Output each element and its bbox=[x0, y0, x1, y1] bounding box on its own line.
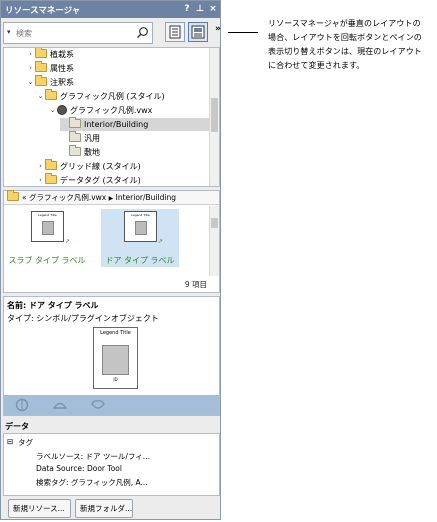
resource-tile-label: ドア タイプ ラベル bbox=[105, 256, 175, 265]
tree-item[interactable]: › 植栽系 bbox=[26, 48, 74, 61]
data-row: Data Source: Door Tool bbox=[36, 464, 122, 473]
resource-browser: « グラフィック凡例.vwx ▶ Interior/Building Legen… bbox=[3, 190, 220, 293]
tree-item-label: グラフィック凡例 (スタイル) bbox=[60, 92, 165, 101]
expand-arrow-icon[interactable]: › bbox=[26, 48, 35, 61]
breadcrumb-back-button[interactable]: « bbox=[22, 193, 27, 202]
resource-thumbnail: Legend Title bbox=[124, 211, 157, 242]
tree-item[interactable]: ⌄ グラフィック凡例 (スタイル) bbox=[36, 89, 165, 103]
resource-preview: Legend Title ID bbox=[93, 327, 138, 389]
collapse-arrow-icon[interactable]: ⌄ bbox=[48, 104, 57, 117]
scrollbar-thumb[interactable] bbox=[211, 218, 218, 228]
close-button[interactable]: × bbox=[207, 3, 219, 15]
plugin-mark-icon: ↗ bbox=[158, 238, 164, 245]
resource-tile-selected[interactable]: Legend Title ↗ ドア タイプ ラベル bbox=[101, 209, 179, 267]
folder-icon bbox=[35, 75, 47, 86]
data-pane-title: データ bbox=[5, 422, 29, 431]
tree-item-label: Interior/Building bbox=[84, 120, 149, 129]
toggle-panes-button[interactable] bbox=[188, 22, 208, 42]
callout-leader-line bbox=[228, 32, 258, 33]
tree-item[interactable]: › データタグ (スタイル) bbox=[36, 173, 141, 186]
folder-icon bbox=[45, 89, 57, 100]
search-scope-dropdown[interactable]: ▾ bbox=[7, 28, 11, 36]
data-row: ラベルソース: ドア ツール/フィ... bbox=[36, 452, 150, 461]
overflow-button[interactable]: » bbox=[215, 24, 221, 34]
tree-item-selected[interactable]: Interior/Building bbox=[60, 117, 210, 131]
collapse-group-icon[interactable]: ⊟ bbox=[7, 437, 13, 446]
data-pane: ⊟ タグ ラベルソース: ドア ツール/フィ... Data Source: D… bbox=[3, 433, 220, 496]
thumbnail-caption: Legend Title bbox=[131, 213, 150, 217]
folder-icon bbox=[45, 159, 57, 170]
pin-button[interactable]: ⊥ bbox=[194, 3, 206, 15]
breadcrumb-file[interactable]: グラフィック凡例.vwx bbox=[29, 193, 106, 202]
preview-id: ID bbox=[113, 377, 118, 382]
vwx-file-icon bbox=[57, 105, 67, 115]
tree-item-label: データタグ (スタイル) bbox=[60, 176, 141, 185]
search-box: ▾ bbox=[3, 22, 153, 44]
panes-layout-icon bbox=[191, 25, 205, 39]
tree-item-label: 属性系 bbox=[50, 64, 74, 73]
collapse-arrow-icon[interactable]: ⌄ bbox=[26, 76, 35, 89]
breadcrumb-current[interactable]: Interior/Building bbox=[116, 193, 176, 202]
vertical-layout-icon bbox=[169, 25, 181, 39]
top-view-icon[interactable] bbox=[14, 398, 30, 412]
resource-manager-palette: リソースマネージャ ? ⊥ × ▾ 検索 » › 植栽系 › 属性系 ⌄ 注釈系… bbox=[0, 0, 221, 520]
resource-tree: › 植栽系 › 属性系 ⌄ 注釈系 ⌄ グラフィック凡例 (スタイル) ⌄ グラフィック凡… bbox=[3, 47, 220, 187]
tree-item-label: 汎用 bbox=[84, 134, 100, 143]
resource-type: タイプ: シンボル/プラグインオブジェクト bbox=[7, 314, 159, 323]
tree-scrollbar[interactable] bbox=[209, 48, 219, 186]
tree-item-label: グラフィック凡例.vwx bbox=[70, 106, 153, 115]
breadcrumb-separator: ▶ bbox=[108, 195, 114, 202]
tree-item[interactable]: 敷地 bbox=[60, 145, 100, 159]
palette-titlebar[interactable]: リソースマネージャ ? ⊥ × bbox=[1, 1, 220, 18]
new-resource-button[interactable]: 新規リソース... bbox=[8, 499, 71, 518]
search-row: ▾ » bbox=[3, 22, 221, 45]
tree-item[interactable]: ⌄ グラフィック凡例.vwx bbox=[48, 104, 152, 117]
tree-item[interactable]: › 属性系 bbox=[26, 61, 74, 75]
tree-item-label: グリッド線 (スタイル) bbox=[60, 162, 141, 171]
folder-icon bbox=[7, 190, 19, 201]
folder-icon bbox=[69, 117, 81, 128]
preview-caption: Legend Title bbox=[100, 330, 131, 336]
new-folder-button[interactable]: 新規フォルダ... bbox=[75, 499, 133, 518]
folder-icon bbox=[69, 145, 81, 156]
folder-icon bbox=[69, 131, 81, 142]
item-count: 9 項目 bbox=[184, 280, 207, 289]
resource-tile-label: スラブ タイプ ラベル bbox=[8, 256, 86, 265]
palette-title: リソースマネージャ bbox=[5, 6, 81, 16]
collapse-arrow-icon[interactable]: ⌄ bbox=[36, 90, 45, 103]
scrollbar-thumb[interactable] bbox=[211, 98, 218, 132]
front-view-icon[interactable] bbox=[52, 398, 68, 412]
folder-icon bbox=[35, 48, 47, 58]
folder-icon bbox=[45, 173, 57, 184]
help-button[interactable]: ? bbox=[181, 3, 193, 15]
expand-arrow-icon[interactable]: › bbox=[36, 174, 45, 186]
tree-item-label: 敷地 bbox=[84, 148, 100, 157]
breadcrumb: « グラフィック凡例.vwx ▶ Interior/Building bbox=[4, 190, 219, 205]
folder-icon bbox=[35, 61, 47, 72]
rotate-layout-button[interactable] bbox=[165, 22, 185, 42]
tree-item-label: 植栽系 bbox=[50, 50, 74, 59]
expand-arrow-icon[interactable]: › bbox=[36, 160, 45, 173]
browser-scrollbar[interactable] bbox=[209, 206, 219, 276]
expand-arrow-icon[interactable]: › bbox=[26, 62, 35, 75]
iso-view-icon[interactable] bbox=[90, 398, 106, 412]
tree-item[interactable]: › グリッド線 (スタイル) bbox=[36, 159, 141, 173]
thumbnail-caption: Legend Title bbox=[38, 213, 57, 217]
callout-text: リソースマネージャが垂直のレイアウトの場合、レイアウトを回転ボタンとペインの表示… bbox=[268, 19, 422, 70]
data-group-label: タグ bbox=[18, 438, 33, 447]
tree-item[interactable]: 汎用 bbox=[60, 131, 100, 145]
tree-item[interactable]: ⌄ 注釈系 bbox=[26, 75, 74, 89]
plugin-mark-icon: ↗ bbox=[65, 238, 71, 245]
tree-item-label: 注釈系 bbox=[50, 78, 74, 87]
search-input[interactable] bbox=[16, 26, 134, 40]
search-icon[interactable] bbox=[136, 26, 149, 39]
resource-thumbnail: Legend Title bbox=[31, 211, 64, 242]
resource-name: 名前: ドア タイプ ラベル bbox=[7, 301, 99, 310]
preview-view-band bbox=[4, 395, 219, 415]
resource-tile[interactable]: Legend Title ↗ スラブ タイプ ラベル bbox=[8, 209, 86, 267]
data-row: 検索タグ: グラフィック凡例, A... bbox=[36, 478, 148, 487]
info-pane: 名前: ドア タイプ ラベル タイプ: シンボル/プラグインオブジェクト Leg… bbox=[3, 296, 220, 416]
